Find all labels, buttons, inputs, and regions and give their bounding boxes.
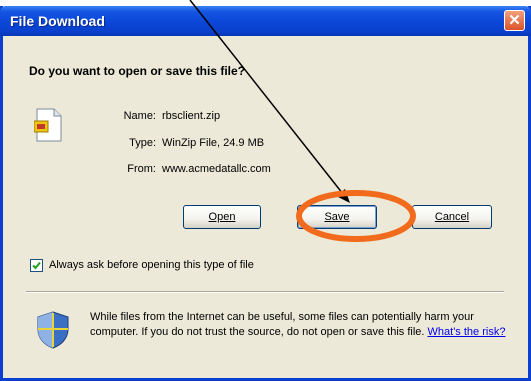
open-button[interactable]: Open xyxy=(183,205,261,229)
save-button-label: Save xyxy=(324,211,350,223)
title-bar[interactable]: File Download ✕ xyxy=(0,6,531,36)
save-button[interactable]: Save xyxy=(297,205,377,229)
security-shield-icon xyxy=(37,311,69,349)
from-label: From: xyxy=(127,163,156,175)
file-name-value: rbsclient.zip xyxy=(162,110,221,122)
close-icon[interactable]: ✕ xyxy=(504,10,525,31)
always-ask-checkbox[interactable] xyxy=(30,259,43,272)
separator xyxy=(26,291,504,293)
file-source-value: www.acmedatallc.com xyxy=(162,163,271,175)
cancel-button-label: Cancel xyxy=(434,211,470,223)
file-type-value: WinZip File, 24.9 MB xyxy=(162,137,265,149)
type-label: Type: xyxy=(129,137,156,149)
window-title: File Download xyxy=(10,13,105,29)
open-button-label: Open xyxy=(208,211,236,223)
question-heading: Do you want to open or save this file? xyxy=(29,64,246,78)
warning-text: While files from the Internet can be use… xyxy=(90,311,474,338)
whats-the-risk-link[interactable]: What's the risk? xyxy=(428,326,506,338)
zip-file-icon xyxy=(34,108,62,142)
name-label: Name: xyxy=(123,110,156,122)
security-warning: While files from the Internet can be use… xyxy=(90,310,510,340)
cancel-button[interactable]: Cancel xyxy=(412,205,492,229)
checkmark-icon xyxy=(32,261,41,270)
always-ask-label[interactable]: Always ask before opening this type of f… xyxy=(49,259,254,271)
